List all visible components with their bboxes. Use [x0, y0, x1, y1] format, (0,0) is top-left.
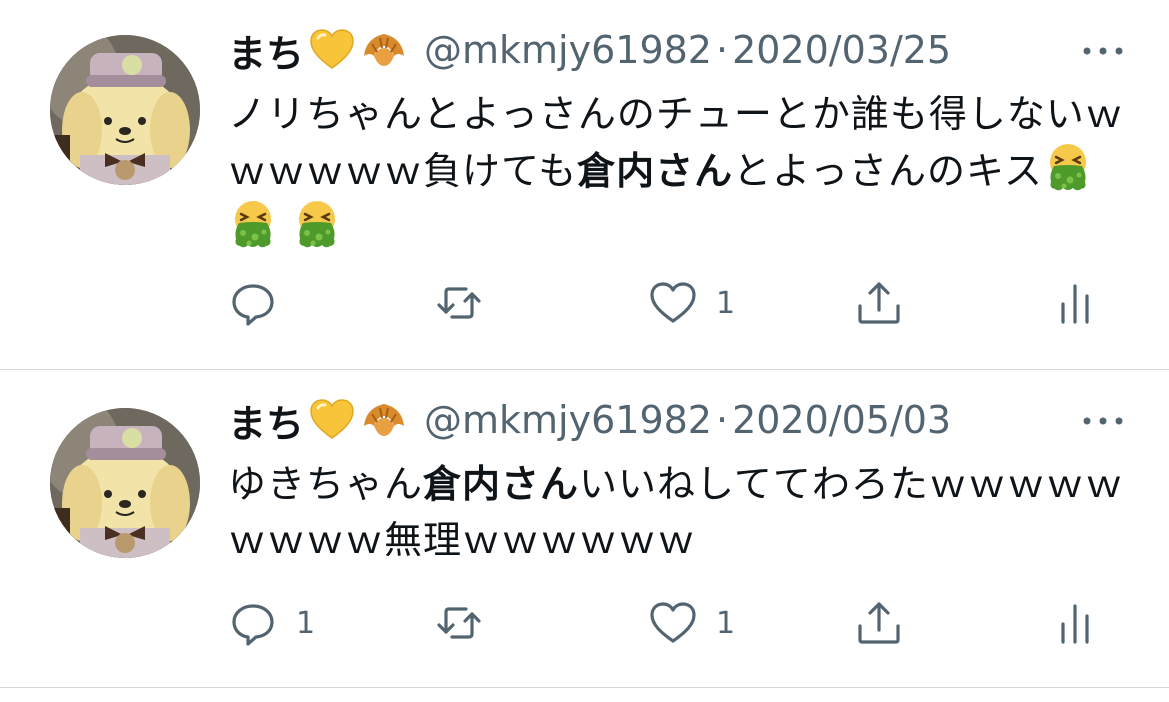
tweet-actions: 1 — [228, 278, 1109, 328]
tweet-text-part: ゆきちゃん — [228, 462, 424, 506]
tweet-header: まち @mkmjy61982 · 2020/03/25 — [228, 22, 1129, 78]
tweet[interactable]: まち @mkmjy61982 · 2020/03/25 ノリちゃんとよっさんのチ… — [0, 0, 1169, 370]
tweet-content: まち @mkmjy61982 · 2020/05/03 ゆきちゃん倉内さんいいね… — [228, 392, 1129, 568]
croissant-icon — [360, 26, 408, 74]
more-options-icon[interactable] — [1077, 406, 1129, 436]
vomiting-face-icon — [292, 199, 342, 249]
retweet-button[interactable] — [434, 278, 502, 328]
tweet-text-part: とよっさんのキス — [733, 149, 1043, 193]
avatar-image — [50, 408, 200, 558]
like-count: 1 — [716, 605, 736, 641]
timeline: まち @mkmjy61982 · 2020/03/25 ノリちゃんとよっさんのチ… — [0, 0, 1169, 702]
share-icon — [854, 278, 904, 328]
reply-icon — [228, 598, 278, 648]
display-name[interactable]: まち — [228, 23, 304, 78]
like-button[interactable]: 1 — [648, 598, 735, 648]
analytics-icon — [1050, 278, 1100, 328]
retweet-icon — [434, 598, 484, 648]
tweet-actions: 1 1 — [228, 598, 1109, 648]
username[interactable]: @mkmjy61982 — [424, 398, 712, 442]
avatar[interactable] — [50, 35, 200, 185]
reply-count: 1 — [296, 605, 316, 641]
share-button[interactable] — [854, 598, 904, 648]
vomiting-face-icon — [228, 199, 278, 249]
tweet-header: まち @mkmjy61982 · 2020/05/03 — [228, 392, 1129, 448]
separator-dot: · — [715, 398, 729, 442]
heart-icon — [648, 598, 698, 648]
analytics-button[interactable] — [1050, 598, 1100, 648]
analytics-button[interactable] — [1050, 278, 1100, 328]
tweet-text: ノリちゃんとよっさんのチューとか誰も得しないｗｗｗｗｗｗ負けても倉内さんとよっさ… — [228, 86, 1129, 256]
more-options-icon[interactable] — [1077, 36, 1129, 66]
separator-dot: · — [715, 28, 729, 72]
timestamp[interactable]: 2020/03/25 — [732, 28, 951, 72]
reply-icon — [228, 278, 278, 328]
avatar[interactable] — [50, 408, 200, 558]
tweet[interactable]: まち @mkmjy61982 · 2020/05/03 ゆきちゃん倉内さんいいね… — [0, 370, 1169, 688]
like-count: 1 — [716, 285, 736, 321]
timestamp[interactable]: 2020/05/03 — [732, 398, 951, 442]
yellow-heart-icon — [308, 26, 356, 74]
vomiting-face-icon — [1043, 142, 1093, 192]
tweet-text: ゆきちゃん倉内さんいいねしててわろたｗｗｗｗｗｗｗｗｗ無理ｗｗｗｗｗｗ — [228, 456, 1129, 568]
tweet-content: まち @mkmjy61982 · 2020/03/25 ノリちゃんとよっさんのチ… — [228, 22, 1129, 256]
display-name[interactable]: まち — [228, 393, 304, 448]
heart-icon — [648, 278, 698, 328]
username[interactable]: @mkmjy61982 — [424, 28, 712, 72]
analytics-icon — [1050, 598, 1100, 648]
tweet-text-bold: 倉内さん — [577, 149, 734, 193]
like-button[interactable]: 1 — [648, 278, 735, 328]
share-icon — [854, 598, 904, 648]
share-button[interactable] — [854, 278, 904, 328]
retweet-button[interactable] — [434, 598, 502, 648]
croissant-icon — [360, 396, 408, 444]
retweet-icon — [434, 278, 484, 328]
avatar-image — [50, 35, 200, 185]
reply-button[interactable]: 1 — [228, 598, 315, 648]
tweet-text-bold: 倉内さん — [423, 462, 580, 506]
yellow-heart-icon — [308, 396, 356, 444]
reply-button[interactable] — [228, 278, 296, 328]
